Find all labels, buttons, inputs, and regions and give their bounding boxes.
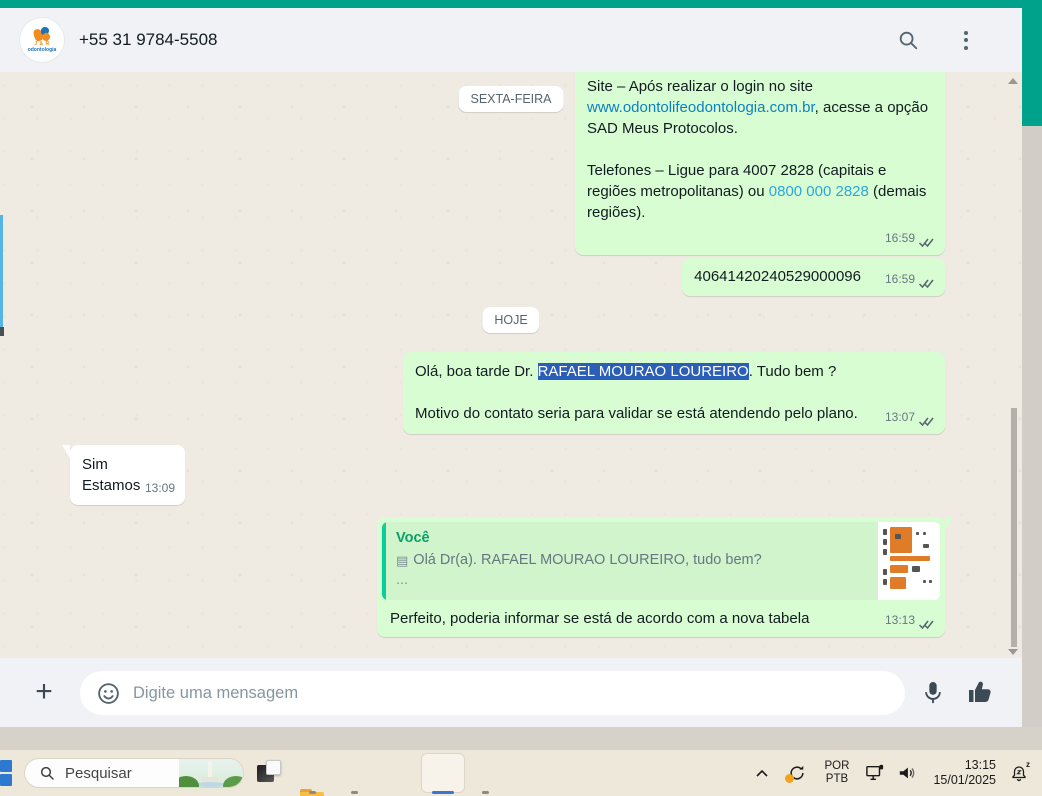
message-time: 16:59 [884,272,915,286]
message-meta: 16:59 [885,269,935,290]
quote-ellipsis: ... [396,572,409,588]
system-tray: POR PTB 13:15 15/01/2025 z [745,750,1042,796]
edge-artifact [0,327,4,336]
message-meta: 13:09 [145,478,175,499]
message-time: 16:59 [884,231,915,245]
search-highlight-image [179,759,243,787]
document-icon: ▤ [396,552,409,568]
selected-text: RAFAEL MOURAO LOUREIRO [537,363,749,380]
message-text: Motivo do contato seria para validar se … [415,405,858,422]
clinic-logo-icon [32,27,52,42]
message-meta: 13:07 [885,407,935,428]
date-chip-today: HOJE [482,307,540,333]
phone-link[interactable]: 0800 000 2828 [769,183,869,200]
desktop-screen: J & R odontologia +55 31 9784-5508 SEXTA… [0,0,1042,796]
double-check-icon [918,278,935,289]
quote-text: ▤ Olá Dr(a). RAFAEL MOURAO LOUREIRO, tud… [396,552,762,568]
tray-chevron-up-icon[interactable] [755,769,769,778]
message-bubble-protocol-info[interactable]: Site – Após realizar o login no site www… [575,72,945,255]
taskbar: Pesquisar T X POR PTB [0,750,1042,796]
scrollbar-down-arrow[interactable] [1008,649,1018,655]
message-text: Olá, boa tarde Dr. RAFAEL MOURAO LOUREIR… [415,363,837,380]
windows-start-icon[interactable] [0,760,12,786]
desktop-gap [0,727,1042,750]
message-input[interactable]: Digite uma mensagem [80,671,905,715]
quote-document-thumbnail [878,522,940,600]
quoted-message[interactable]: Você ▤ Olá Dr(a). RAFAEL MOURAO LOUREIRO… [382,522,940,600]
contact-avatar[interactable]: J & R odontologia [20,18,64,62]
contact-phone-title[interactable]: +55 31 9784-5508 [79,30,896,50]
message-bubble-incoming[interactable]: Sim Estamos 13:09 [62,445,185,505]
message-bubble-with-quote[interactable]: Você ▤ Olá Dr(a). RAFAEL MOURAO LOUREIRO… [377,517,953,637]
message-time: 13:13 [884,613,915,627]
message-text: 40641420240529000096 [694,268,861,285]
double-check-icon [918,237,935,248]
input-placeholder: Digite uma mensagem [133,683,299,702]
message-text: Site – Após realizar o login no site www… [587,78,929,137]
open-app-indicator [482,791,489,794]
message-bubble-protocol-number[interactable]: 40641420240529000096 16:59 [682,258,945,296]
bubble-tail [945,517,953,530]
notification-bell-icon[interactable]: z [1010,760,1030,782]
chat-area: SEXTA-FEIRA Site – Após realizar o login… [0,72,1022,658]
active-app-indicator [432,791,454,794]
taskbar-search[interactable]: Pesquisar [24,758,244,788]
tray-time: 13:15 [964,758,996,772]
bubble-tail [62,445,70,458]
volume-icon[interactable] [897,764,917,782]
quote-author: Você [396,530,430,546]
message-text: Sim [82,456,108,473]
sync-status-icon[interactable] [784,763,807,783]
avatar-logo-line2: odontologia [27,47,57,53]
dnd-z-mark: z [1026,760,1030,769]
window-right-edge [1022,0,1042,126]
site-link[interactable]: www.odontolifeodontologia.com.br [587,99,815,116]
message-text: Telefones – Ligue para 4007 2828 (capita… [587,162,927,221]
message-time: 13:07 [884,410,915,424]
taskbar-search-label: Pesquisar [65,764,132,782]
double-check-icon [918,619,935,630]
mic-icon[interactable] [922,680,944,706]
scrollbar-thumb[interactable] [1011,408,1017,647]
tray-date: 15/01/2025 [933,773,996,787]
taskbar-search-icon [40,766,54,780]
message-text: Perfeito, poderia informar se está de ac… [390,610,810,627]
composer-bar: + Digite uma mensagem [0,658,1022,727]
open-app-indicator [309,791,316,794]
message-meta: 16:59 [885,228,935,249]
language-indicator[interactable]: POR PTB [825,760,850,786]
whatsapp-window: J & R odontologia +55 31 9784-5508 SEXTA… [0,8,1022,727]
scrollbar-up-arrow[interactable] [1008,78,1018,84]
message-bubble-greeting[interactable]: Olá, boa tarde Dr. RAFAEL MOURAO LOUREIR… [403,352,945,434]
active-app-highlight [421,753,465,793]
attach-plus-icon[interactable]: + [31,676,57,706]
search-icon[interactable] [896,28,920,52]
network-icon[interactable] [865,764,885,782]
thumbs-up-icon[interactable] [966,679,996,707]
taskbar-clock[interactable]: 13:15 15/01/2025 [933,758,996,788]
left-edge-indicator [0,215,3,335]
kebab-menu-icon[interactable] [954,28,978,52]
message-meta: 13:13 [885,610,935,631]
task-view-icon[interactable] [257,760,283,786]
date-chip-friday: SEXTA-FEIRA [458,86,564,112]
open-app-indicator [351,791,358,794]
double-check-icon [918,416,935,427]
sync-alert-dot [784,774,794,783]
message-time: 13:09 [144,481,175,495]
emoji-icon[interactable] [96,681,121,706]
chat-header: J & R odontologia +55 31 9784-5508 [0,8,1022,72]
window-top-edge [0,0,1042,8]
